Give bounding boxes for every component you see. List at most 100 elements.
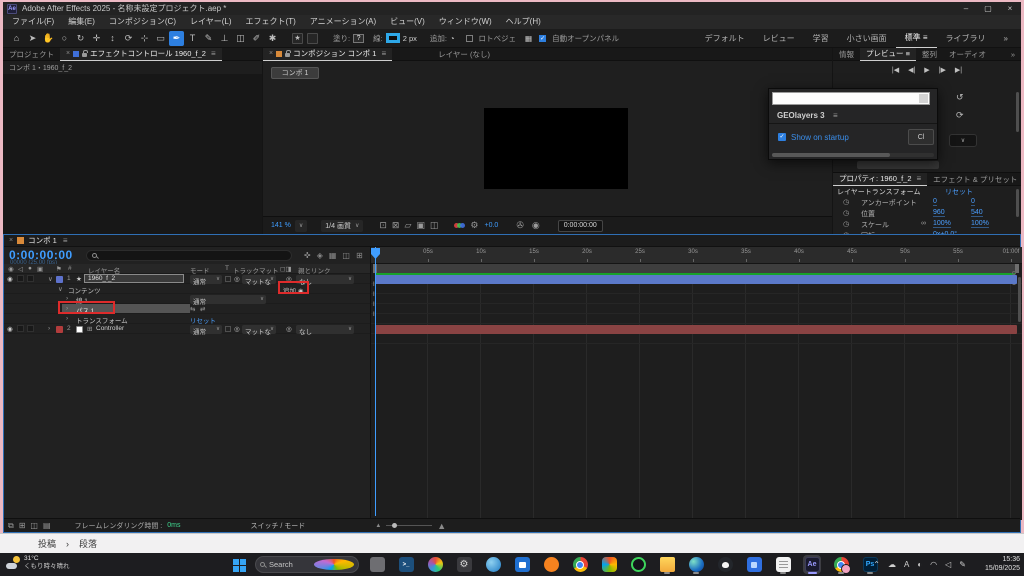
shape-tool[interactable]: ▭	[153, 31, 168, 46]
lock-icon[interactable]	[285, 53, 290, 57]
menu-composition[interactable]: コンポジション(C)	[102, 15, 183, 29]
hide-shy-icon[interactable]: ▦	[329, 251, 337, 260]
visibility-eye-icon[interactable]: ◉	[7, 275, 13, 283]
menu-layer[interactable]: レイヤー(L)	[183, 15, 239, 29]
reset-link[interactable]: リセット	[945, 187, 973, 197]
taskbar-app-notes[interactable]	[774, 555, 792, 574]
property-value[interactable]: 960	[933, 209, 945, 217]
taskbar-app-obs[interactable]	[629, 555, 647, 574]
show-snapshot-icon[interactable]: ◉	[532, 220, 540, 231]
taskbar-app-after-effects[interactable]: Ae	[803, 555, 821, 574]
preview-scrollbar[interactable]	[1016, 92, 1019, 132]
resolution-dropdown[interactable]: 1/4 画質∨	[321, 220, 363, 232]
taskbar-search[interactable]: Search	[255, 556, 359, 573]
star-button[interactable]: ★	[292, 33, 303, 44]
timeline-search-input[interactable]	[86, 250, 292, 261]
lock-icon[interactable]	[82, 53, 87, 57]
copilot-tray-icon[interactable]: ◐	[917, 560, 922, 569]
panel-menu-icon[interactable]: ≡	[211, 49, 216, 58]
layer-duration-bar[interactable]	[375, 275, 1017, 284]
property-value[interactable]: 0	[933, 198, 937, 206]
parent-dropdown[interactable]: なし∨	[296, 325, 354, 334]
panel-menu-icon[interactable]: ≡	[63, 236, 68, 245]
zoom-slider-thumb[interactable]	[392, 523, 397, 528]
stopwatch-icon[interactable]: ◷	[843, 209, 849, 217]
taskbar-app-dev-tool[interactable]	[745, 555, 763, 574]
taskbar-app-photos[interactable]	[600, 555, 618, 574]
preview-timecode[interactable]: 0:00:00:00	[558, 220, 603, 232]
link-icon[interactable]: ∞	[921, 220, 926, 227]
taskbar-app-chrome-profile[interactable]	[832, 555, 850, 574]
switch-mode-button[interactable]: スイッチ / モード	[250, 521, 305, 531]
comp-chip-button[interactable]: コンポ 1	[271, 67, 319, 79]
matte-pickwhip-icon[interactable]: ◎	[234, 325, 240, 333]
minimize-button[interactable]: –	[955, 2, 977, 15]
previous-frame-button[interactable]: ◀|	[908, 66, 915, 74]
layer-name[interactable]: 1960_f_2	[84, 274, 184, 283]
stopwatch-icon[interactable]: ◷	[843, 198, 849, 206]
draft-3d-icon[interactable]: ◈	[317, 251, 323, 260]
brush-tool[interactable]: ✎	[201, 31, 216, 46]
clone-stamp-tool[interactable]: ⊥	[217, 31, 232, 46]
onedrive-icon[interactable]: ☁	[888, 560, 896, 569]
pan-camera-tool[interactable]: ✛	[89, 31, 104, 46]
last-frame-button[interactable]: ▶|	[955, 66, 962, 74]
stroke-width-value[interactable]: 2 px	[403, 34, 417, 43]
dolly-camera-tool[interactable]: ↕	[105, 31, 120, 46]
path-direction-icon[interactable]: ⇄	[200, 305, 205, 313]
home-tool[interactable]: ⌂	[9, 31, 24, 46]
pen-tool[interactable]: ✒	[169, 31, 184, 46]
visibility-eye-icon[interactable]: ◉	[7, 325, 13, 333]
matte-pickwhip-icon[interactable]: ◎	[234, 275, 240, 283]
frame-blend-toggle-icon[interactable]: ⊞	[19, 521, 26, 531]
track-matte-dropdown[interactable]: マットな∨	[242, 275, 276, 284]
pan-behind-tool[interactable]: ⊹	[137, 31, 152, 46]
properties-scrollbar[interactable]	[1016, 189, 1019, 217]
tab-effect-controls[interactable]: × エフェクトコントロール 1960_f_2 ≡	[60, 48, 222, 61]
motion-blur-toggle-icon[interactable]: ◫	[30, 521, 38, 531]
roto-brush-tool[interactable]: ✐	[249, 31, 264, 46]
magnification-dropdown[interactable]: ∨	[295, 220, 307, 232]
workspace-ライブラリ[interactable]: ライブラリ	[937, 30, 995, 48]
tray-expand-icon[interactable]: ⌃	[873, 560, 880, 569]
breadcrumb-item[interactable]: 段落	[79, 537, 97, 550]
audio-switch-cell[interactable]	[17, 275, 24, 282]
rotation-tool[interactable]: ⟳	[121, 31, 136, 46]
taskbar-app-chrome[interactable]	[571, 555, 589, 574]
workspace-デフォルト[interactable]: デフォルト	[696, 30, 754, 48]
exposure-value[interactable]: +0.0	[484, 222, 498, 229]
puppet-pin-tool[interactable]: ✱	[265, 31, 280, 46]
popup-search-input[interactable]	[772, 92, 930, 105]
motion-blur-icon[interactable]: ⊞	[356, 251, 363, 260]
taskbar-app-task-view[interactable]	[368, 555, 386, 574]
layer-name[interactable]: Controller	[96, 325, 124, 332]
preserve-transparency-cell[interactable]	[225, 276, 231, 282]
property-value[interactable]: 100%	[971, 220, 989, 228]
tab-properties[interactable]: プロパティ: 1960_f_2 ≡	[833, 173, 927, 186]
taskbar-app-edge[interactable]	[687, 555, 705, 574]
timeline-zoom-slider[interactable]	[386, 525, 432, 526]
workspace-レビュー[interactable]: レビュー	[754, 30, 804, 48]
taskbar-clock[interactable]: 15:36 15/09/2025	[985, 556, 1020, 573]
panel-menu-icon[interactable]: ≡	[381, 49, 386, 58]
panel-menu-icon[interactable]: ≡	[917, 174, 922, 183]
rotobezier-checkbox[interactable]	[466, 35, 473, 42]
breadcrumb-item[interactable]: 投稿	[38, 537, 56, 550]
path-direction-icon[interactable]: ⇆	[190, 305, 195, 313]
blend-mode-dropdown[interactable]: 通常∨	[190, 275, 222, 284]
layer-duration-bar[interactable]	[375, 325, 1017, 334]
stopwatch-icon[interactable]: ◷	[843, 220, 849, 228]
hand-tool[interactable]: ✋	[41, 31, 56, 46]
playhead-line[interactable]	[375, 247, 376, 516]
work-area-bar[interactable]	[373, 264, 1019, 273]
timeline-scrollbar[interactable]	[1018, 277, 1021, 322]
menu-window[interactable]: ウィンドウ(W)	[432, 15, 499, 29]
fill-swatch[interactable]: ?	[353, 34, 364, 43]
twirl-icon[interactable]: ›	[48, 325, 50, 332]
snapshot-icon[interactable]: ✇	[516, 220, 524, 231]
ime-icon[interactable]: A	[904, 560, 909, 569]
workspace-標準[interactable]: 標準 ≡	[896, 29, 937, 49]
preview-options-dropdown[interactable]: ∨	[949, 134, 977, 147]
zoom-out-mountain-icon[interactable]: ▲	[375, 523, 381, 529]
property-label[interactable]: 位置	[861, 209, 875, 219]
